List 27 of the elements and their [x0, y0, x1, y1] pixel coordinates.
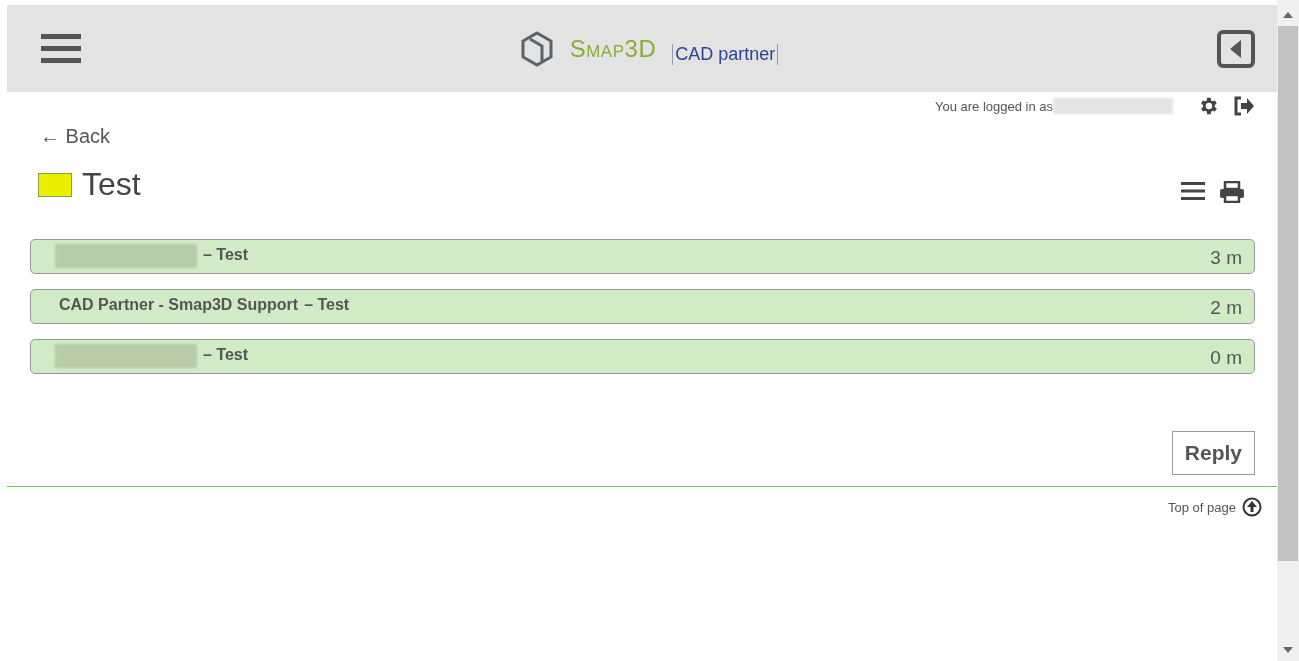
message-subject: – Test: [203, 346, 249, 364]
message-subject: – Test: [203, 246, 249, 264]
message-subject: – Test: [304, 296, 350, 314]
up-arrow-circle-icon[interactable]: [1242, 497, 1262, 517]
brand-logo-text: Smap3D: [569, 34, 657, 63]
partner-logo-text: CAD partner: [672, 44, 779, 65]
list-icon[interactable]: [1181, 180, 1205, 201]
logout-icon[interactable]: [1233, 96, 1255, 116]
message-age: 0 m: [1210, 347, 1242, 370]
scrollbar-thumb[interactable]: [1278, 26, 1298, 561]
reply-button[interactable]: Reply: [1171, 431, 1255, 475]
top-of-page-link[interactable]: Top of page: [1168, 499, 1236, 515]
message-author: CAD Partner - Smap3D Support: [59, 296, 299, 314]
message-row[interactable]: – Test 0 m: [30, 339, 1255, 374]
message-age: 3 m: [1210, 247, 1242, 270]
scroll-down-icon[interactable]: [1283, 647, 1293, 653]
message-row[interactable]: CAD Partner - Smap3D Support – Test 2 m: [30, 289, 1255, 324]
message-row[interactable]: – Test 3 m: [30, 239, 1255, 274]
collapse-panel-icon[interactable]: [1217, 29, 1255, 68]
topic-title: Test: [82, 166, 141, 203]
print-icon[interactable]: [1219, 180, 1245, 203]
message-age: 2 m: [1210, 297, 1242, 320]
hexagon-logo-icon: [519, 30, 554, 67]
login-status-text: You are logged in as: [934, 98, 1053, 114]
menu-icon[interactable]: [41, 31, 81, 66]
scroll-up-icon[interactable]: [1283, 12, 1293, 18]
back-link[interactable]: ← Back: [40, 125, 111, 148]
